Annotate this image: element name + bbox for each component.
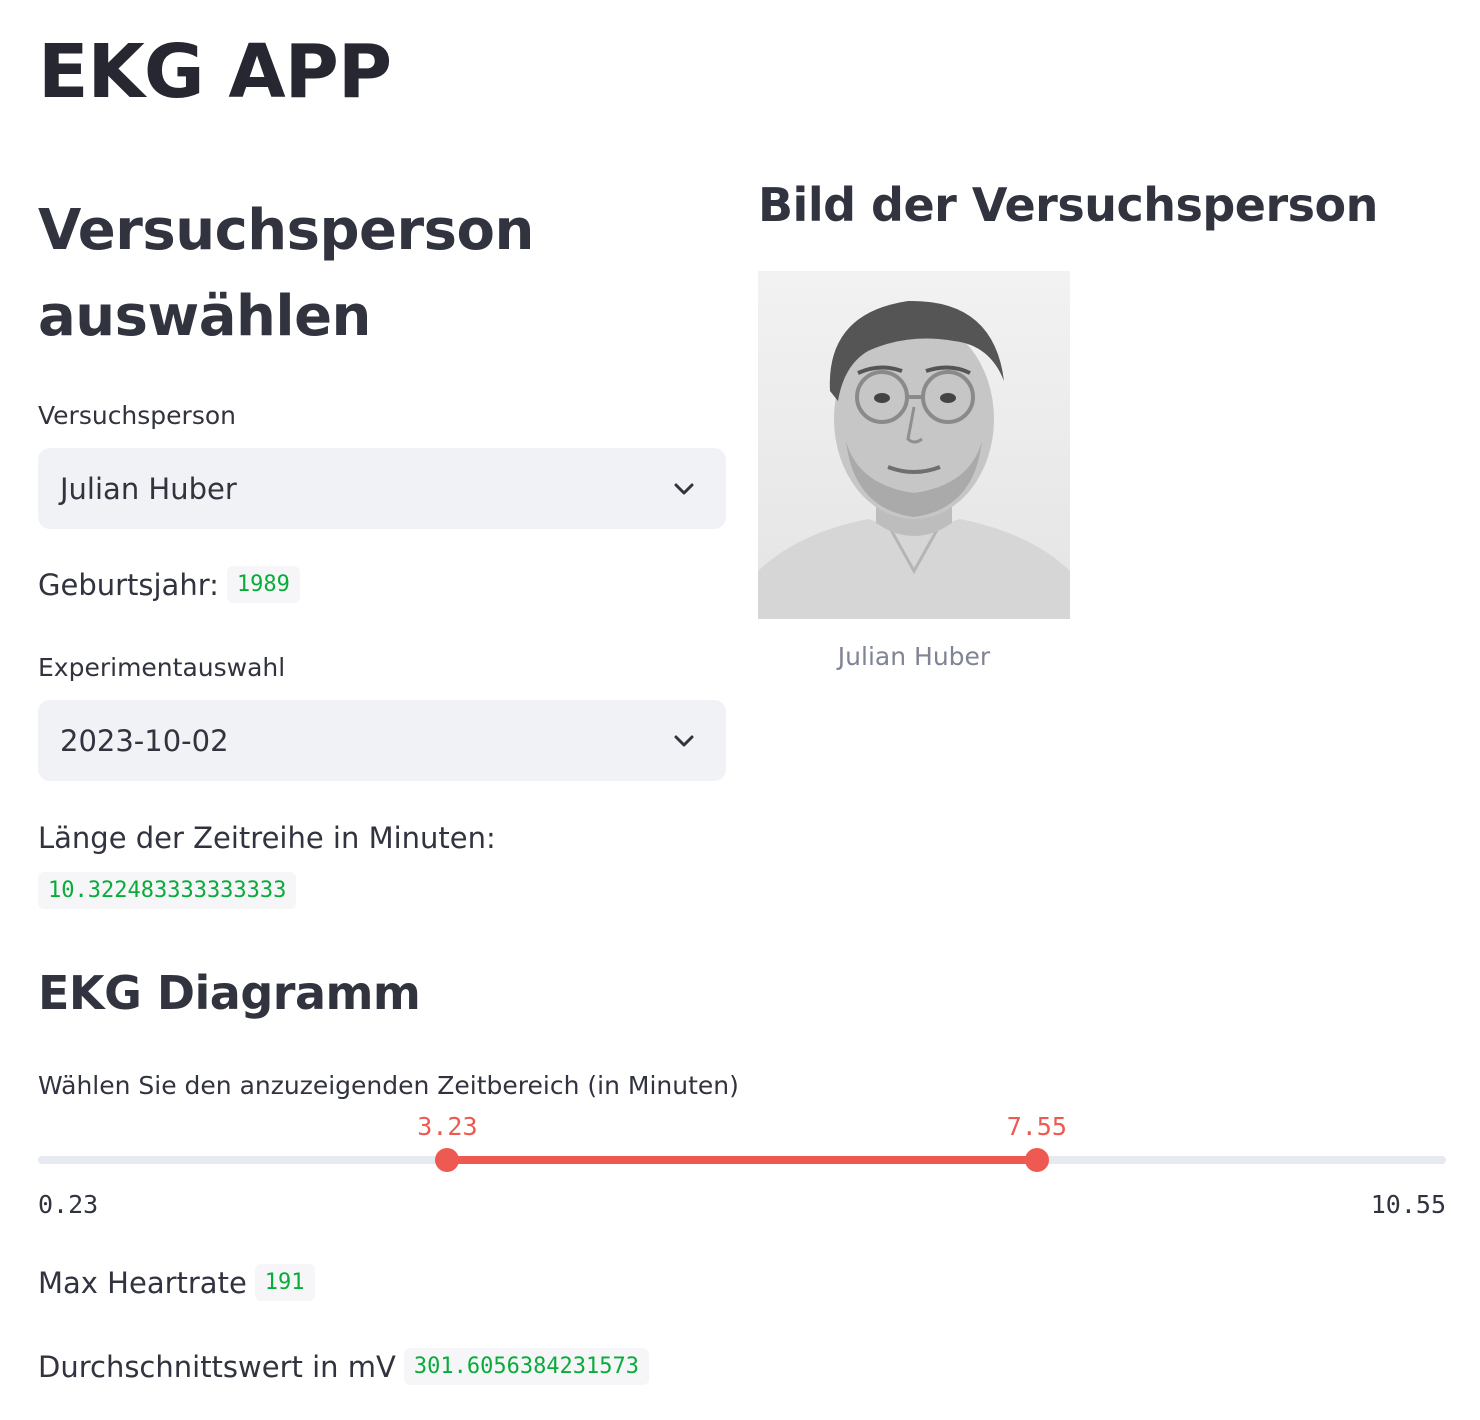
person-select-label: Versuchsperson — [38, 401, 236, 430]
chevron-down-icon — [674, 483, 694, 494]
birth-year-value: 1989 — [226, 566, 300, 603]
birth-year-row: Geburtsjahr: 1989 — [38, 566, 300, 603]
select-person-heading: Versuchsperson auswählen — [38, 198, 534, 349]
mean-mv-row: Durchschnittswert in mV 301.605638423157… — [38, 1348, 650, 1385]
photo-heading: Bild der Versuchsperson — [758, 178, 1378, 232]
series-length-label: Länge der Zeitreihe in Minuten: — [38, 821, 496, 855]
experiment-select-value: 2023-10-02 — [60, 723, 229, 758]
person-select[interactable]: Julian Huber — [38, 448, 726, 529]
person-select-value: Julian Huber — [60, 471, 237, 506]
birth-year-label: Geburtsjahr: — [38, 567, 219, 602]
range-slider-low-value: 3.23 — [417, 1112, 478, 1141]
experiment-select[interactable]: 2023-10-02 — [38, 700, 726, 781]
range-slider-high-handle[interactable] — [1024, 1148, 1049, 1172]
person-photo — [758, 271, 1070, 619]
mean-mv-value: 301.6056384231573 — [403, 1348, 650, 1385]
series-length-value: 10.322483333333333 — [38, 872, 297, 909]
max-heartrate-value: 191 — [254, 1264, 315, 1301]
chevron-down-icon — [674, 735, 694, 746]
range-slider-min-label: 0.23 — [38, 1190, 99, 1219]
app-title: EKG APP — [38, 29, 392, 115]
series-length-row: 10.322483333333333 — [38, 872, 297, 909]
max-heartrate-label: Max Heartrate — [38, 1265, 247, 1300]
ekg-heading: EKG Diagramm — [38, 966, 421, 1020]
range-slider-high-value: 7.55 — [1006, 1112, 1067, 1141]
range-slider-low-handle[interactable] — [435, 1148, 460, 1172]
photo-caption: Julian Huber — [837, 642, 991, 671]
max-heartrate-row: Max Heartrate 191 — [38, 1264, 315, 1301]
range-slider-selected — [447, 1156, 1037, 1164]
person-photo-image — [758, 271, 1070, 619]
range-slider-max-label: 10.55 — [1370, 1190, 1446, 1219]
experiment-select-label: Experimentauswahl — [38, 653, 286, 682]
range-slider-label: Wählen Sie den anzuzeigenden Zeitbereich… — [38, 1071, 739, 1100]
mean-mv-label: Durchschnittswert in mV — [38, 1349, 396, 1384]
